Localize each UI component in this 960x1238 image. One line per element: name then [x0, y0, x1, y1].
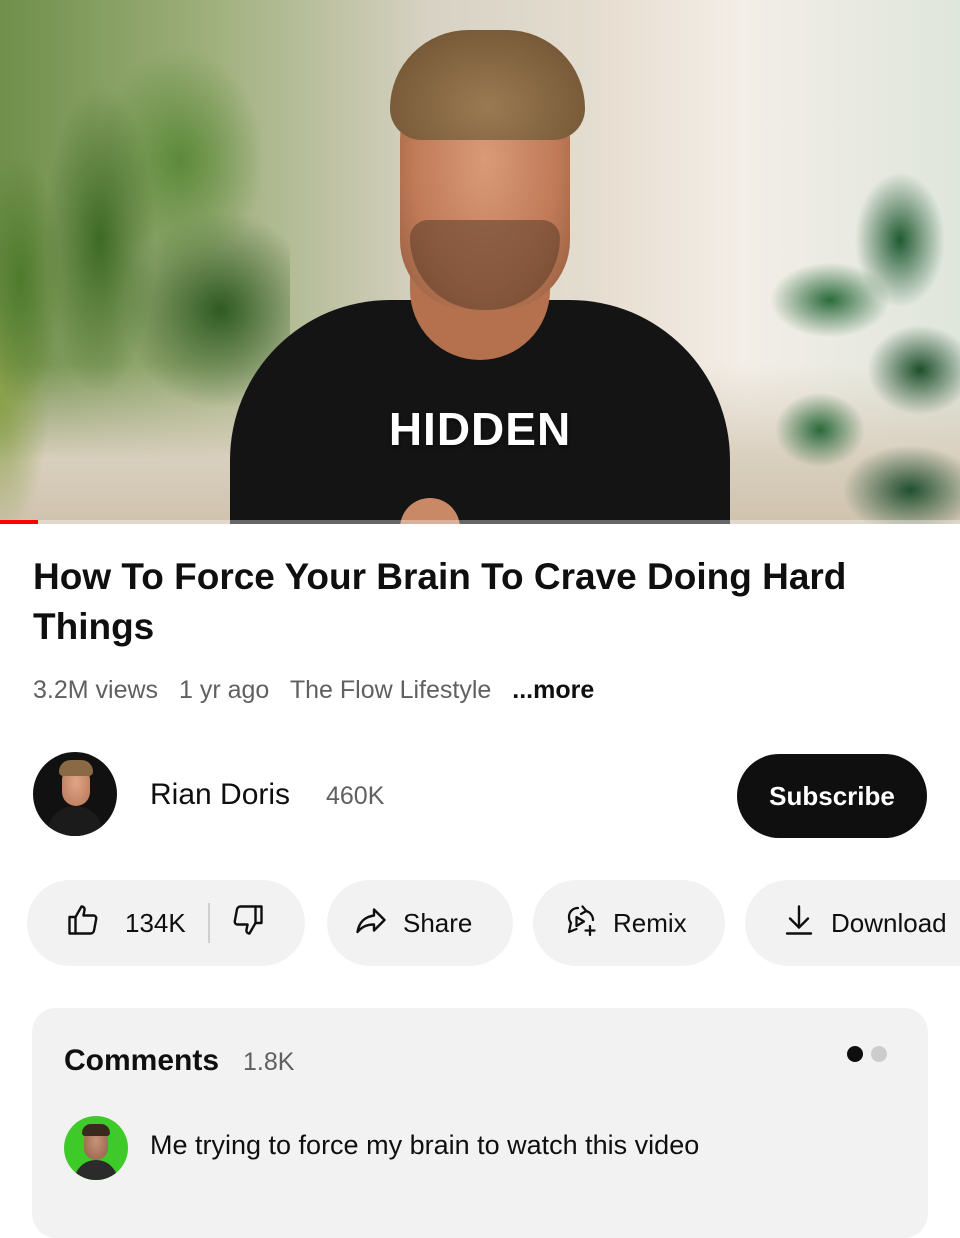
comments-pagination [847, 1046, 897, 1062]
download-icon [781, 902, 817, 945]
thumbs-up-icon[interactable] [65, 902, 101, 945]
more-link[interactable]: ...more [512, 676, 594, 704]
view-count: 3.2M views [33, 676, 159, 704]
video-caption: HIDDEN [388, 403, 572, 455]
presenter-hair [390, 30, 585, 140]
avatar-hair [59, 760, 93, 776]
comments-count: 1.8K [243, 1048, 295, 1076]
share-label: Share [403, 907, 473, 938]
video-info-sheet: How To Force Your Brain To Crave Doing H… [0, 524, 960, 1238]
remix-icon [563, 902, 599, 945]
like-count[interactable]: 134K [125, 908, 186, 939]
action-bar: 134K Share Remix Download [27, 880, 960, 966]
commenter-avatar[interactable] [64, 1116, 128, 1180]
comments-heading: Comments [64, 1044, 220, 1077]
like-dislike-pill: 134K [27, 880, 305, 966]
video-meta[interactable]: 3.2M views 1 yr ago The Flow Lifestyle .… [33, 676, 608, 705]
commenter-body [74, 1160, 118, 1180]
commenter-hair [82, 1124, 110, 1136]
channel-avatar[interactable] [33, 752, 117, 836]
video-title[interactable]: How To Force Your Brain To Crave Doing H… [33, 552, 933, 652]
video-plant-right [750, 170, 960, 524]
avatar-body [47, 806, 103, 836]
share-arrow-icon [353, 902, 389, 945]
top-comment-text: Me trying to force my brain to watch thi… [150, 1130, 700, 1160]
thumbs-down-icon[interactable] [230, 902, 266, 945]
remix-button[interactable]: Remix [533, 880, 725, 966]
download-label: Download [831, 907, 947, 938]
channel-row: Rian Doris 460K Subscribe [33, 752, 933, 838]
share-button[interactable]: Share [327, 880, 513, 966]
comments-section[interactable]: Comments 1.8K Me trying to force my brai… [32, 1008, 928, 1238]
remix-label: Remix [613, 907, 687, 938]
video-player[interactable]: HIDDEN [0, 0, 960, 524]
download-button[interactable]: Download [745, 880, 960, 966]
subscribe-button[interactable]: Subscribe [737, 754, 927, 838]
pagination-dot-active [847, 1046, 863, 1062]
like-divider [207, 903, 210, 943]
subscriber-count: 460K [326, 782, 385, 810]
pagination-dot-inactive [871, 1046, 887, 1062]
channel-tag: The Flow Lifestyle [289, 676, 492, 704]
channel-name[interactable]: Rian Doris [150, 778, 290, 812]
upload-age: 1 yr ago [179, 676, 270, 704]
